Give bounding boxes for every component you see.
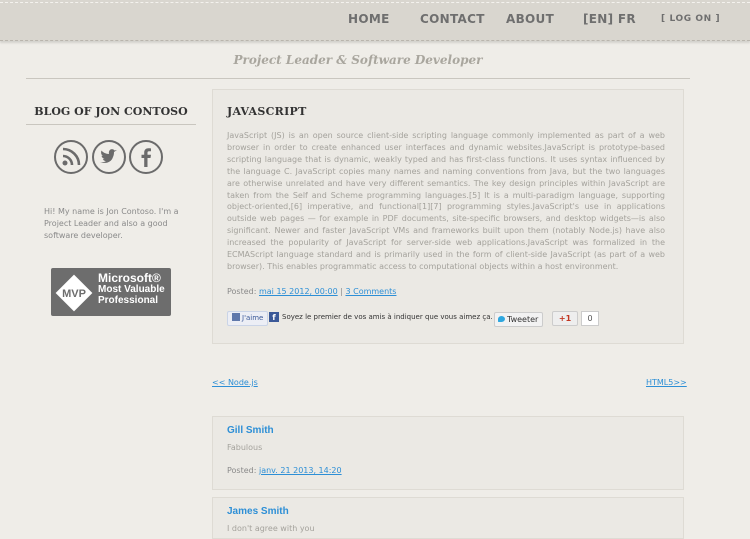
author-bio: Hi! My name is Jon Contoso. I'm a Projec… bbox=[44, 207, 179, 240]
mvp-line-3: Professional bbox=[98, 295, 159, 306]
google-plus-count: 0 bbox=[581, 311, 599, 326]
mvp-diamond-icon: MVP bbox=[55, 274, 93, 312]
fb-like-text: Soyez le premier de vos amis à indiquer … bbox=[282, 313, 493, 321]
fb-like-label: J'aime bbox=[242, 314, 264, 322]
mvp-badge: MVP Microsoft® Most Valuable Professiona… bbox=[51, 268, 171, 316]
comment-text: I don't agree with you bbox=[227, 524, 315, 533]
posted-label: Posted: bbox=[227, 287, 257, 296]
comments-count-link[interactable]: 3 Comments bbox=[345, 287, 396, 296]
comment-item: James Smith I don't agree with you bbox=[212, 497, 684, 539]
social-icons bbox=[54, 140, 166, 178]
mvp-line-2: Most Valuable bbox=[98, 284, 165, 295]
next-post-link[interactable]: HTML5>> bbox=[646, 378, 687, 387]
blog-post: JAVASCRIPT JavaScript (JS) is an open so… bbox=[212, 89, 684, 344]
top-nav-bar: HOME CONTACT ABOUT [EN] FR [ LOG ON ] bbox=[0, 0, 750, 41]
comment-author[interactable]: Gill Smith bbox=[227, 425, 274, 436]
blog-title: BLOG OF JON CONTOSO bbox=[34, 105, 188, 118]
meta-separator: | bbox=[340, 287, 343, 296]
post-meta: Posted: mai 15 2012, 00:00 | 3 Comments bbox=[227, 287, 396, 296]
facebook-icon[interactable] bbox=[129, 140, 163, 174]
nav-about[interactable]: ABOUT bbox=[506, 12, 554, 26]
twitter-bird-icon bbox=[498, 316, 505, 322]
comment-posted-label: Posted: bbox=[227, 466, 257, 475]
nav-contact[interactable]: CONTACT bbox=[420, 12, 485, 26]
rss-icon[interactable] bbox=[54, 140, 88, 174]
comment-author[interactable]: James Smith bbox=[227, 506, 289, 517]
post-date-link[interactable]: mai 15 2012, 00:00 bbox=[259, 287, 338, 296]
site-subtitle: Project Leader & Software Developer bbox=[233, 53, 483, 67]
previous-post-link[interactable]: << Node.js bbox=[212, 378, 258, 387]
comment-item: Gill Smith Fabulous Posted: janv. 21 201… bbox=[212, 416, 684, 490]
comment-date-link[interactable]: janv. 21 2013, 14:20 bbox=[259, 466, 342, 475]
comment-meta: Posted: janv. 21 2013, 14:20 bbox=[227, 466, 342, 475]
tweet-button[interactable]: Tweeter bbox=[494, 312, 544, 327]
mvp-abbr: MVP bbox=[62, 288, 86, 300]
post-body: JavaScript (JS) is an open source client… bbox=[227, 131, 665, 271]
header-divider bbox=[26, 78, 690, 79]
comment-text: Fabulous bbox=[227, 443, 263, 452]
post-title: JAVASCRIPT bbox=[227, 105, 307, 118]
twitter-icon[interactable] bbox=[92, 140, 126, 174]
nav-home[interactable]: HOME bbox=[348, 12, 390, 26]
log-on-link[interactable]: [ LOG ON ] bbox=[661, 14, 720, 24]
google-plus-button[interactable]: +1 bbox=[552, 311, 578, 326]
thumbs-up-icon bbox=[232, 313, 240, 321]
facebook-small-icon: f bbox=[269, 312, 279, 322]
tweet-label: Tweeter bbox=[507, 315, 539, 324]
facebook-like-button[interactable]: J'aime bbox=[227, 311, 269, 326]
language-switcher[interactable]: [EN] FR bbox=[583, 12, 636, 26]
sidebar-divider bbox=[26, 124, 196, 125]
mvp-line-1: Microsoft® bbox=[98, 271, 161, 285]
